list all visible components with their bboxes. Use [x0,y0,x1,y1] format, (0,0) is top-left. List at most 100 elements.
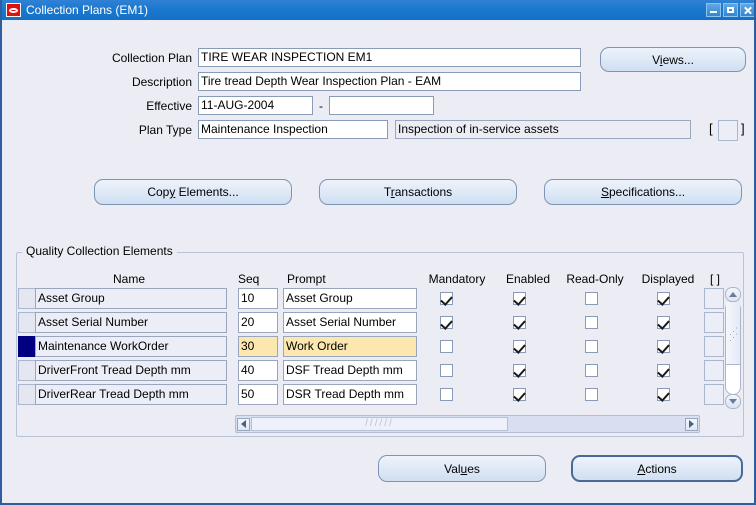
quality-collection-elements-title: Quality Collection Elements [22,244,177,258]
cell-prompt[interactable]: Asset Group [283,288,417,309]
cell-mandatory-checkbox[interactable] [440,388,453,401]
vertical-scroll-track[interactable]: ⋰ ⋰ [725,301,741,395]
scroll-thumb-grip: ⋰ ⋰ [729,326,739,342]
row-selector[interactable] [18,336,36,357]
cell-name[interactable]: DriverRear Tread Depth mm [35,384,227,405]
cell-enabled-checkbox[interactable] [513,388,526,401]
window-controls [706,3,754,17]
cell-name[interactable]: Maintenance WorkOrder [35,336,227,357]
cell-mandatory-checkbox[interactable] [440,340,453,353]
effective-row: Effective 11-AUG-2004 - [98,96,434,115]
column-header-displayed: Displayed [641,272,695,286]
cell-prompt[interactable]: DSR Tread Depth mm [283,384,417,405]
plan-type-row: Plan Type Maintenance Inspection Inspect… [98,120,691,139]
cell-enabled-checkbox[interactable] [513,364,526,377]
window-titlebar: Collection Plans (EM1) [2,0,754,20]
table-vertical-scrollbar[interactable]: ⋰ ⋰ [725,287,741,409]
row-selector[interactable] [18,360,36,381]
cell-flexfield[interactable] [704,312,724,333]
scroll-left-arrow-icon[interactable] [237,417,250,431]
cell-enabled-checkbox[interactable] [513,292,526,305]
maximize-icon[interactable] [723,3,738,17]
effective-separator: - [319,98,323,113]
copy-elements-label: Copy Elements... [147,185,239,199]
cell-seq[interactable]: 40 [238,360,278,381]
minimize-icon[interactable] [706,3,721,17]
collection-plan-row: Collection Plan TIRE WEAR INSPECTION EM1 [98,48,581,67]
effective-label: Effective [146,98,192,113]
effective-from-input[interactable]: 11-AUG-2004 [198,96,313,115]
cell-seq[interactable]: 50 [238,384,278,405]
actions-button[interactable]: Actions [571,455,743,482]
plan-type-input[interactable]: Maintenance Inspection [198,120,388,139]
views-button[interactable]: Views... [600,47,746,72]
effective-to-input[interactable] [329,96,434,115]
row-selector[interactable] [18,384,36,405]
cell-readonly-checkbox[interactable] [585,316,598,329]
cell-mandatory-checkbox[interactable] [440,364,453,377]
row-selector[interactable] [18,288,36,309]
cell-readonly-checkbox[interactable] [585,388,598,401]
horizontal-scroll-thumb[interactable]: ////// [251,417,508,431]
cell-seq[interactable]: 20 [238,312,278,333]
plan-type-label: Plan Type [138,122,192,137]
vertical-scroll-thumb[interactable]: ⋰ ⋰ [726,302,740,365]
oracle-logo-icon [6,3,21,17]
column-header-enabled: Enabled [505,272,551,286]
row-selector[interactable] [18,312,36,333]
cell-readonly-checkbox[interactable] [585,292,598,305]
values-button[interactable]: Values [378,455,546,482]
scroll-right-arrow-icon[interactable] [685,417,698,431]
column-header-seq: Seq [238,272,260,286]
plan-type-description: Inspection of in-service assets [395,120,691,139]
cell-prompt[interactable]: Asset Serial Number [283,312,417,333]
description-label: Description [131,74,192,89]
plan-type-flexfield[interactable] [718,120,738,141]
scroll-down-arrow-icon[interactable] [725,394,741,409]
cell-seq[interactable]: 10 [238,288,278,309]
cell-enabled-checkbox[interactable] [513,316,526,329]
column-header-flexfield: [ ] [709,272,720,286]
cell-readonly-checkbox[interactable] [585,364,598,377]
cell-mandatory-checkbox[interactable] [440,316,453,329]
collection-plan-input[interactable]: TIRE WEAR INSPECTION EM1 [198,48,581,67]
cell-displayed-checkbox[interactable] [657,340,670,353]
collection-plans-window: Collection Plans (EM1) Collection Plan T… [0,0,756,505]
cell-flexfield[interactable] [704,384,724,405]
cell-prompt[interactable]: DSF Tread Depth mm [283,360,417,381]
specifications-label: Specifications... [600,185,686,199]
cell-flexfield[interactable] [704,288,724,309]
cell-readonly-checkbox[interactable] [585,340,598,353]
cell-displayed-checkbox[interactable] [657,292,670,305]
transactions-label: Transactions [383,185,453,199]
cell-displayed-checkbox[interactable] [657,388,670,401]
cell-mandatory-checkbox[interactable] [440,292,453,305]
flexfield-bracket-close: ] [741,121,745,136]
cell-name[interactable]: DriverFront Tread Depth mm [35,360,227,381]
cell-prompt[interactable]: Work Order [283,336,417,357]
cell-name[interactable]: Asset Group [35,288,227,309]
cell-flexfield[interactable] [704,336,724,357]
cell-name[interactable]: Asset Serial Number [35,312,227,333]
close-icon[interactable] [740,3,754,17]
cell-seq[interactable]: 30 [238,336,278,357]
table-horizontal-scrollbar[interactable]: ////// [235,415,700,433]
cell-displayed-checkbox[interactable] [657,364,670,377]
scroll-thumb-grip: ////// [365,418,394,429]
values-button-label: Values [444,461,480,476]
column-header-name: Name [112,272,145,286]
transactions-button[interactable]: Transactions [319,179,517,205]
copy-elements-button[interactable]: Copy Elements... [94,179,292,205]
cell-enabled-checkbox[interactable] [513,340,526,353]
collection-plan-label: Collection Plan [111,50,192,65]
description-row: Description Tire tread Depth Wear Inspec… [98,72,581,91]
column-header-readonly: Read-Only [566,272,624,286]
cell-flexfield[interactable] [704,360,724,381]
scroll-up-arrow-icon[interactable] [725,287,741,302]
description-input[interactable]: Tire tread Depth Wear Inspection Plan - … [198,72,581,91]
column-header-prompt: Prompt [287,272,326,286]
window-title: Collection Plans (EM1) [26,3,149,17]
cell-displayed-checkbox[interactable] [657,316,670,329]
column-header-mandatory: Mandatory [428,272,486,286]
specifications-button[interactable]: Specifications... [544,179,742,205]
